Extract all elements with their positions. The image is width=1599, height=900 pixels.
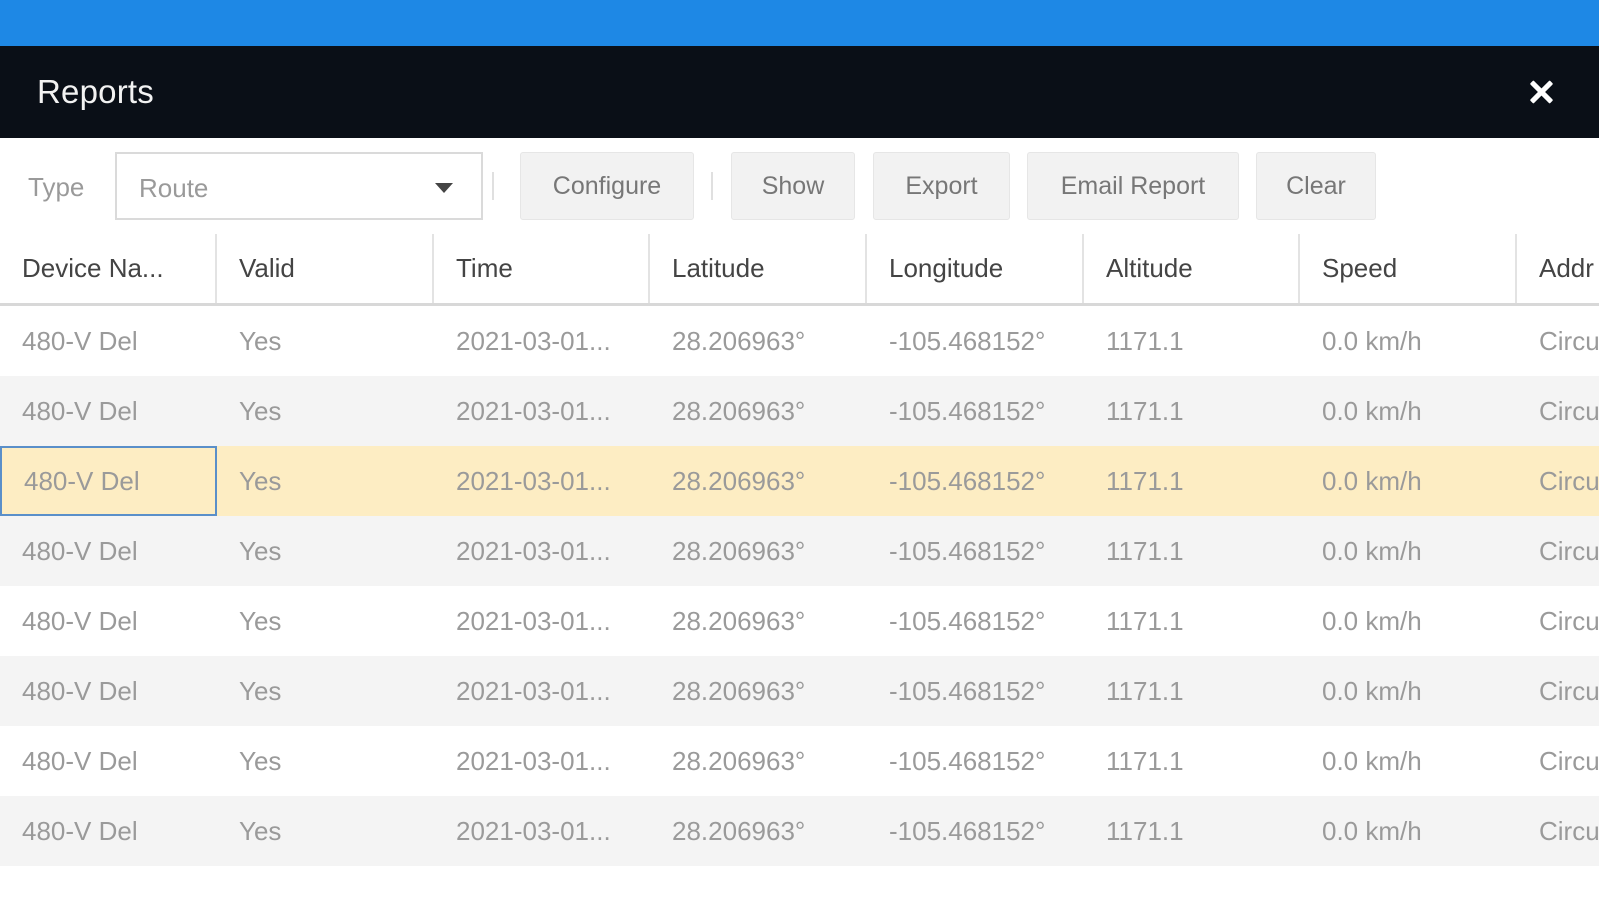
chevron-down-icon [435,183,453,193]
cell-latitude[interactable]: 28.206963° [650,516,867,586]
cell-latitude[interactable]: 28.206963° [650,446,867,516]
cell-time[interactable]: 2021-03-01... [434,516,650,586]
type-label: Type [28,172,85,202]
cell-device-name[interactable]: 480-V Del [0,516,217,586]
cell-altitude[interactable]: 1171.1 [1084,656,1300,726]
cell-latitude[interactable]: 28.206963° [650,726,867,796]
cell-speed[interactable]: 0.0 km/h [1300,516,1517,586]
type-select[interactable]: Route [115,152,483,220]
cell-device-name[interactable]: 480-V Del [0,796,217,866]
cell-altitude[interactable]: 1171.1 [1084,376,1300,446]
cell-longitude[interactable]: -105.468152° [867,586,1084,656]
cell-time[interactable]: 2021-03-01... [434,656,650,726]
column-header-address[interactable]: Addr [1517,234,1599,303]
cell-device-name[interactable]: 480-V Del [0,306,217,376]
column-header-altitude[interactable]: Altitude [1084,234,1300,303]
table-row[interactable]: 480-V Del Yes 2021-03-01... 28.206963° -105.… [0,726,1599,796]
type-select-value: Route [139,173,209,203]
cell-longitude[interactable]: -105.468152° [867,376,1084,446]
close-icon[interactable] [1525,76,1557,108]
cell-speed[interactable]: 0.0 km/h [1300,306,1517,376]
cell-device-name[interactable]: 480-V Del [0,446,217,516]
cell-speed[interactable]: 0.0 km/h [1300,586,1517,656]
cell-valid[interactable]: Yes [217,656,434,726]
cell-time[interactable]: 2021-03-01... [434,306,650,376]
table-row[interactable]: 480-V Del Yes 2021-03-01... 28.206963° -105.… [0,656,1599,726]
cell-altitude[interactable]: 1171.1 [1084,726,1300,796]
cell-address[interactable]: Circu [1517,446,1599,516]
table-row[interactable]: 480-V Del Yes 2021-03-01... 28.206963° -105.… [0,446,1599,516]
cell-altitude[interactable]: 1171.1 [1084,586,1300,656]
cell-device-name[interactable]: 480-V Del [0,586,217,656]
cell-longitude[interactable]: -105.468152° [867,796,1084,866]
column-header-device-name[interactable]: Device Na... [0,234,217,303]
column-header-speed[interactable]: Speed [1300,234,1517,303]
cell-time[interactable]: 2021-03-01... [434,376,650,446]
cell-speed[interactable]: 0.0 km/h [1300,656,1517,726]
cell-latitude[interactable]: 28.206963° [650,376,867,446]
cell-speed[interactable]: 0.0 km/h [1300,446,1517,516]
cell-address[interactable]: Circu [1517,586,1599,656]
reports-title-bar: Reports [0,46,1599,138]
table-row[interactable]: 480-V Del Yes 2021-03-01... 28.206963° -105.… [0,376,1599,446]
cell-latitude[interactable]: 28.206963° [650,656,867,726]
cell-longitude[interactable]: -105.468152° [867,306,1084,376]
clear-button[interactable]: Clear [1256,152,1376,220]
cell-device-name[interactable]: 480-V Del [0,656,217,726]
email-report-button[interactable]: Email Report [1027,152,1239,220]
table-row[interactable]: 480-V Del Yes 2021-03-01... 28.206963° -105.… [0,306,1599,376]
grid-header: Device Na... Valid Time Latitude Longitude Al… [0,234,1599,306]
cell-address[interactable]: Circu [1517,516,1599,586]
cell-latitude[interactable]: 28.206963° [650,306,867,376]
cell-time[interactable]: 2021-03-01... [434,726,650,796]
cell-device-name[interactable]: 480-V Del [0,726,217,796]
table-row[interactable]: 480-V Del Yes 2021-03-01... 28.206963° -105.… [0,796,1599,866]
cell-address[interactable]: Circu [1517,306,1599,376]
cell-longitude[interactable]: -105.468152° [867,516,1084,586]
window-title: Reports [37,73,154,110]
cell-valid[interactable]: Yes [217,796,434,866]
column-header-latitude[interactable]: Latitude [650,234,867,303]
table-row[interactable]: 480-V Del Yes 2021-03-01... 28.206963° -105.… [0,586,1599,656]
column-header-longitude[interactable]: Longitude [867,234,1084,303]
report-grid: Device Na... Valid Time Latitude Longitude Al… [0,234,1599,900]
cell-valid[interactable]: Yes [217,306,434,376]
show-button[interactable]: Show [731,152,855,220]
cell-altitude[interactable]: 1171.1 [1084,796,1300,866]
cell-address[interactable]: Circu [1517,796,1599,866]
cell-device-name[interactable]: 480-V Del [0,376,217,446]
cell-latitude[interactable]: 28.206963° [650,796,867,866]
cell-address[interactable]: Circu [1517,656,1599,726]
cell-valid[interactable]: Yes [217,376,434,446]
cell-speed[interactable]: 0.0 km/h [1300,726,1517,796]
cell-valid[interactable]: Yes [217,516,434,586]
cell-time[interactable]: 2021-03-01... [434,586,650,656]
cell-altitude[interactable]: 1171.1 [1084,516,1300,586]
toolbar-divider [492,172,494,200]
cell-time[interactable]: 2021-03-01... [434,796,650,866]
table-row[interactable]: 480-V Del Yes 2021-03-01... 28.206963° -105.… [0,516,1599,586]
cell-latitude[interactable]: 28.206963° [650,586,867,656]
column-header-time[interactable]: Time [434,234,650,303]
cell-valid[interactable]: Yes [217,586,434,656]
cell-longitude[interactable]: -105.468152° [867,446,1084,516]
cell-time[interactable]: 2021-03-01... [434,446,650,516]
cell-longitude[interactable]: -105.468152° [867,726,1084,796]
cell-altitude[interactable]: 1171.1 [1084,446,1300,516]
cell-valid[interactable]: Yes [217,726,434,796]
toolbar-divider [711,172,713,200]
cell-address[interactable]: Circu [1517,376,1599,446]
cell-speed[interactable]: 0.0 km/h [1300,376,1517,446]
reports-toolbar: Type Route Configure Show Export Email R… [0,138,1599,234]
cell-longitude[interactable]: -105.468152° [867,656,1084,726]
app-top-bar [0,0,1599,46]
configure-button[interactable]: Configure [520,152,694,220]
cell-altitude[interactable]: 1171.1 [1084,306,1300,376]
column-header-valid[interactable]: Valid [217,234,434,303]
cell-speed[interactable]: 0.0 km/h [1300,796,1517,866]
cell-valid[interactable]: Yes [217,446,434,516]
export-button[interactable]: Export [873,152,1010,220]
cell-address[interactable]: Circu [1517,726,1599,796]
